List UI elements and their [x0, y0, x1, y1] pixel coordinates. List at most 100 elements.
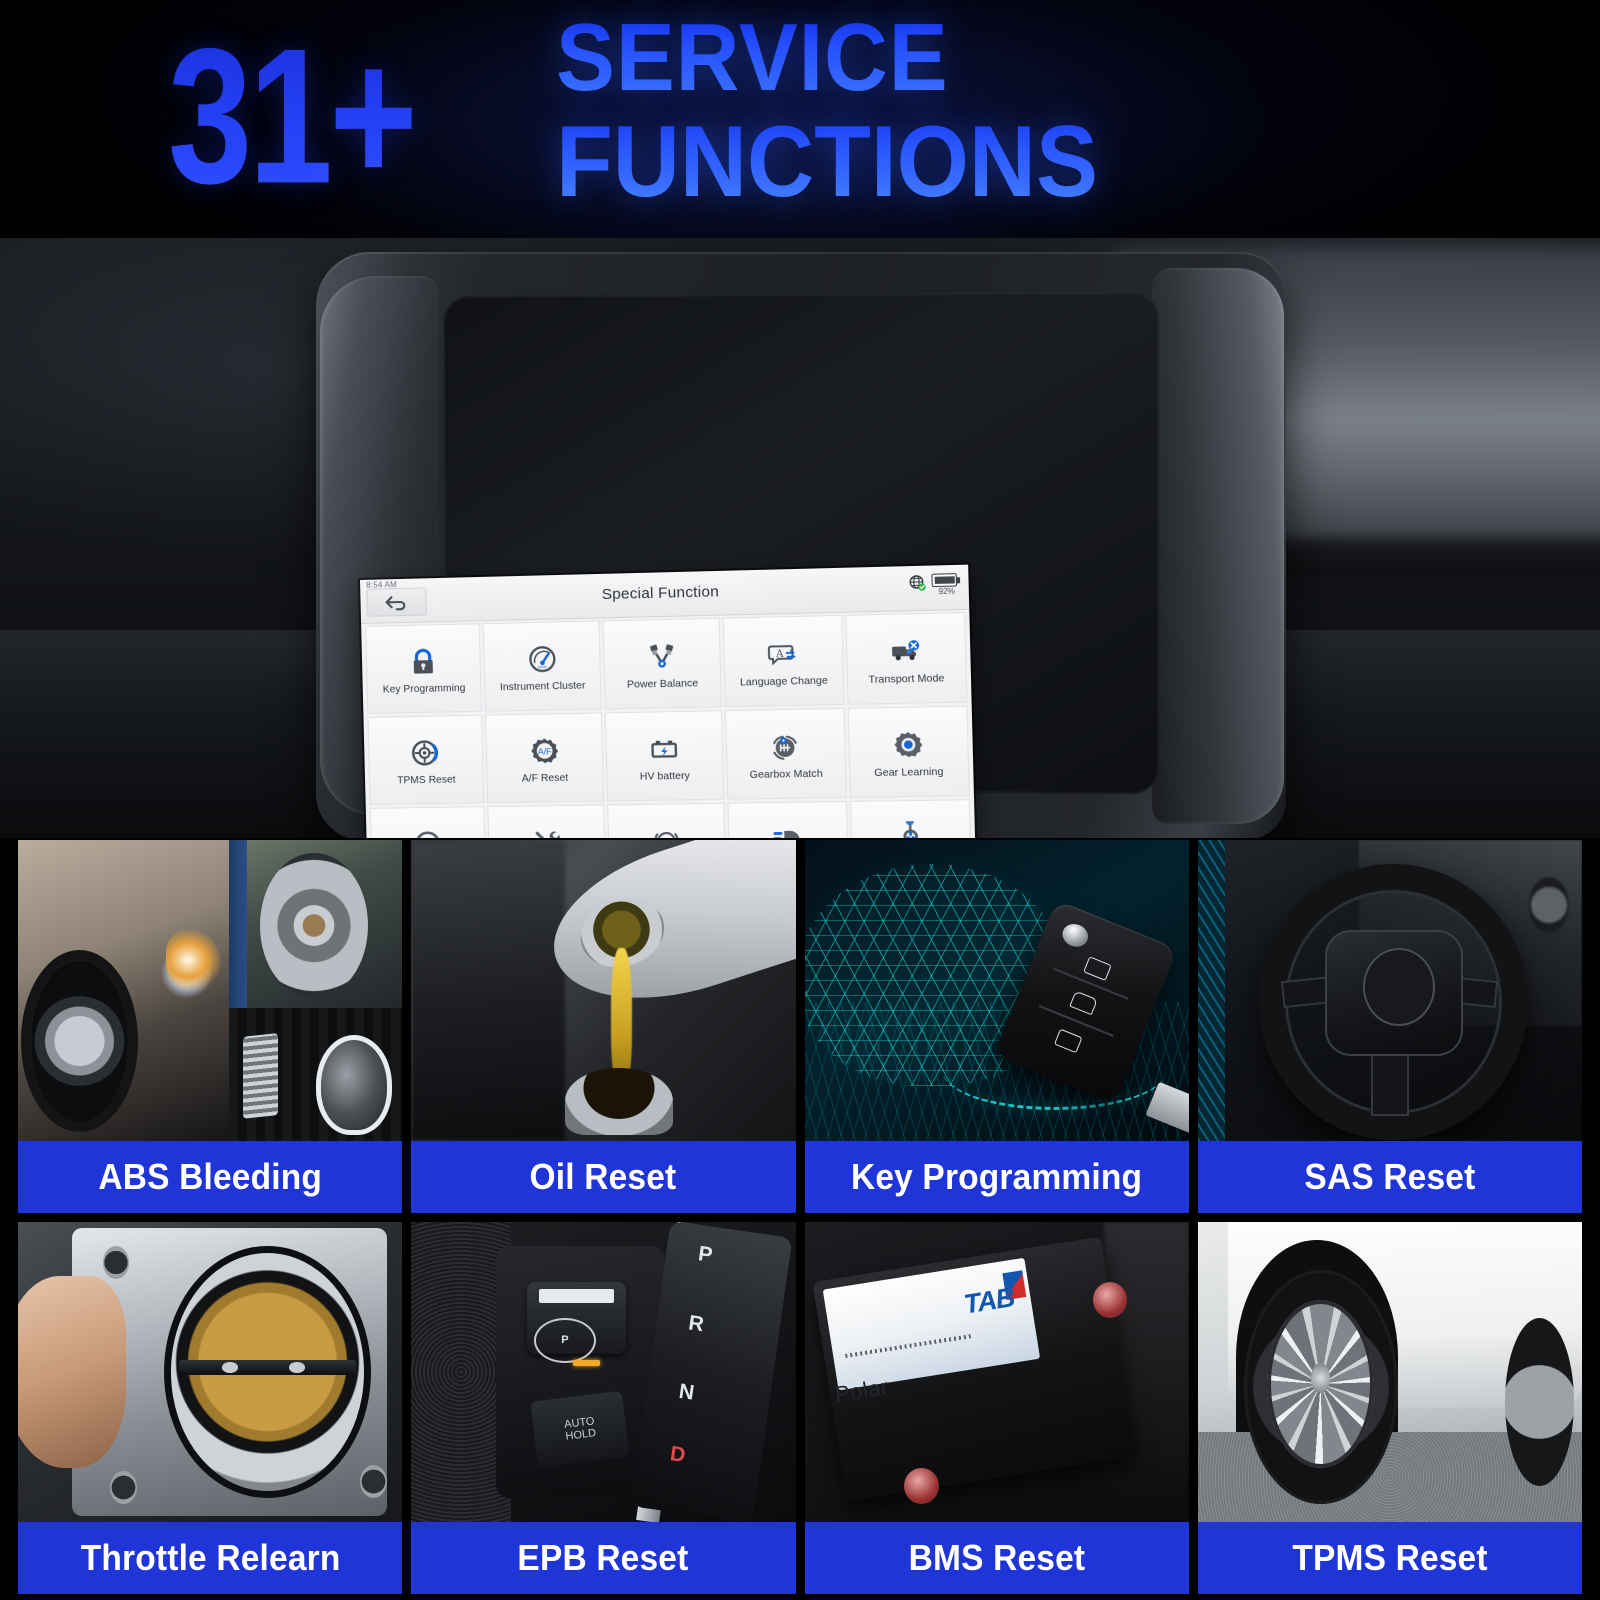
brake-pedal-image — [229, 1008, 403, 1141]
feature-tile-key-programming[interactable]: Key Programming — [804, 840, 1189, 1213]
status-indicators: 92% — [908, 573, 961, 597]
function-tile-instrument-cluster[interactable]: km/h Instrument Cluster — [483, 620, 602, 712]
piston-icon — [641, 637, 683, 676]
auto-hold-line-2: HOLD — [565, 1426, 597, 1443]
function-tile-transport-mode[interactable]: Transport Mode — [844, 612, 968, 705]
feature-label: Key Programming — [851, 1155, 1143, 1197]
function-tile-sas[interactable]: SAS — [369, 806, 487, 838]
tablet-screen[interactable]: 8:54 AM Special Function 92% Key Program… — [360, 564, 979, 838]
sas-reset-photo — [1197, 840, 1582, 1141]
feature-tile-abs-bleeding[interactable]: ABS Bleeding — [18, 840, 403, 1213]
auto-hold-button-image: AUTO HOLD — [530, 1390, 631, 1468]
headline-line-2: FUNCTIONS — [556, 112, 1274, 213]
engine-bay-background — [411, 840, 565, 1141]
svg-text:km/h: km/h — [538, 664, 547, 669]
function-tile-af-reset[interactable]: A/F A/F Reset — [485, 712, 604, 804]
feature-caption: SAS Reset — [1197, 1140, 1582, 1213]
function-label: Gear Learning — [874, 766, 944, 779]
function-label: A/F Reset — [521, 772, 569, 785]
language-swap-icon: A — [762, 634, 805, 674]
feature-label: TPMS Reset — [1292, 1537, 1488, 1578]
unlock-button-icon — [1053, 1028, 1083, 1053]
hv-battery-icon — [643, 729, 685, 768]
function-tile-epb[interactable]: P EPB — [606, 802, 727, 838]
brake-rotor-image — [229, 840, 403, 1009]
svg-text:A/F: A/F — [537, 746, 551, 756]
feature-label: Oil Reset — [529, 1155, 677, 1197]
feature-tile-tpms-reset[interactable]: TPMS Reset — [1197, 1221, 1582, 1594]
mount-hole-3 — [360, 1464, 387, 1498]
mount-hole-1 — [102, 1245, 130, 1279]
globe-connected-icon[interactable] — [908, 574, 926, 592]
oil-filler-neck-image — [564, 1068, 673, 1135]
function-tile-tpms-reset[interactable]: TPMS Reset — [367, 714, 485, 805]
gear-letter-d: D — [668, 1441, 687, 1467]
gearbox-icon — [764, 727, 807, 766]
oil-bottle-image — [534, 840, 796, 1030]
function-tile-oil-reset[interactable]: Oil Reset — [487, 804, 607, 838]
function-tile-gearbox-match[interactable]: Gearbox Match — [725, 707, 847, 800]
function-count: 31+ — [168, 8, 418, 224]
function-label: Power Balance — [626, 677, 699, 691]
feature-tile-bms-reset[interactable]: TAB Polar BMS Reset — [804, 1221, 1189, 1594]
feature-caption: BMS Reset — [804, 1522, 1189, 1594]
car-battery-image: TAB — [811, 1236, 1136, 1502]
mount-hole-2 — [110, 1470, 138, 1504]
header-banner: 31+ SERVICE FUNCTIONS — [0, 0, 1600, 238]
feature-tile-throttle-relearn[interactable]: Throttle Relearn — [18, 1221, 403, 1594]
label-specs-text — [844, 1334, 971, 1358]
function-tile-electronic-pump-activation[interactable]: Electronic Pump Activation — [849, 799, 973, 838]
battery-brand: TAB — [961, 1281, 1016, 1320]
function-tile-headlight[interactable]: Headlight — [727, 800, 849, 838]
function-label: Language Change — [739, 675, 828, 689]
svg-text:A: A — [776, 647, 786, 659]
gear-icon — [887, 725, 930, 765]
battery-label-image: TAB — [821, 1257, 1040, 1391]
feature-label: ABS Bleeding — [98, 1155, 322, 1197]
throttle-relearn-photo — [18, 1221, 403, 1522]
steering-wheel-icon — [407, 825, 448, 838]
headlight-icon — [767, 820, 810, 838]
feature-caption: ABS Bleeding — [18, 1140, 403, 1213]
af-gear-icon: A/F — [523, 731, 565, 770]
wrench-screwdriver-icon — [526, 823, 568, 838]
tpms-reset-photo — [1197, 1221, 1582, 1522]
svg-text:P: P — [663, 837, 670, 838]
rear-wheel-image — [1505, 1317, 1575, 1486]
parking-brake-icon: P — [645, 821, 687, 838]
feature-label: Throttle Relearn — [80, 1537, 340, 1578]
feature-caption: Throttle Relearn — [18, 1522, 403, 1594]
feature-tile-oil-reset[interactable]: Oil Reset — [411, 840, 796, 1213]
pump-icon — [889, 812, 932, 838]
function-label: Instrument Cluster — [499, 680, 586, 694]
car-front-wheel-image — [18, 840, 230, 1141]
trunk-button-icon — [1069, 991, 1098, 1016]
function-tile-power-balance[interactable]: Power Balance — [602, 617, 723, 710]
epb-reset-photo: P AUTO HOLD P R N D — [411, 1221, 796, 1522]
gauge-icon: km/h — [521, 639, 563, 678]
feature-tile-epb-reset[interactable]: P AUTO HOLD P R N D EPB Reset — [411, 1221, 796, 1594]
hero-scene: 8:54 AM Special Function 92% Key Program… — [0, 238, 1600, 838]
function-tile-language-change[interactable]: A Language Change — [722, 614, 845, 708]
wheel-hub-cap — [1311, 1362, 1331, 1393]
throttle-plate-image — [179, 1359, 357, 1375]
feature-tile-sas-reset[interactable]: SAS Reset — [1197, 840, 1582, 1213]
function-tile-key-programming[interactable]: Key Programming — [365, 623, 483, 714]
function-label: HV battery — [639, 770, 691, 783]
gear-letter-r: R — [686, 1310, 705, 1336]
feature-label: BMS Reset — [908, 1537, 1085, 1578]
function-tile-gear-learning[interactable]: Gear Learning — [847, 705, 970, 798]
function-tile-hv-battery[interactable]: HV battery — [604, 710, 725, 802]
function-label: Key Programming — [382, 682, 466, 696]
feature-caption: EPB Reset — [411, 1522, 796, 1594]
steering-spoke-bottom — [1370, 1050, 1410, 1117]
gear-letter-p: P — [696, 1241, 714, 1267]
battery-indicator: 92% — [931, 573, 961, 596]
lock-button-icon — [1082, 956, 1112, 982]
abs-bleeding-photo — [18, 840, 403, 1141]
feature-photo-grid: ABS Bleeding Oil Reset Key Programming S… — [0, 840, 1600, 1600]
tire-pressure-icon — [405, 733, 446, 772]
battery-terminal-negative — [904, 1467, 939, 1504]
screen-title: Special Function — [601, 583, 720, 604]
battery-icon — [931, 573, 958, 588]
